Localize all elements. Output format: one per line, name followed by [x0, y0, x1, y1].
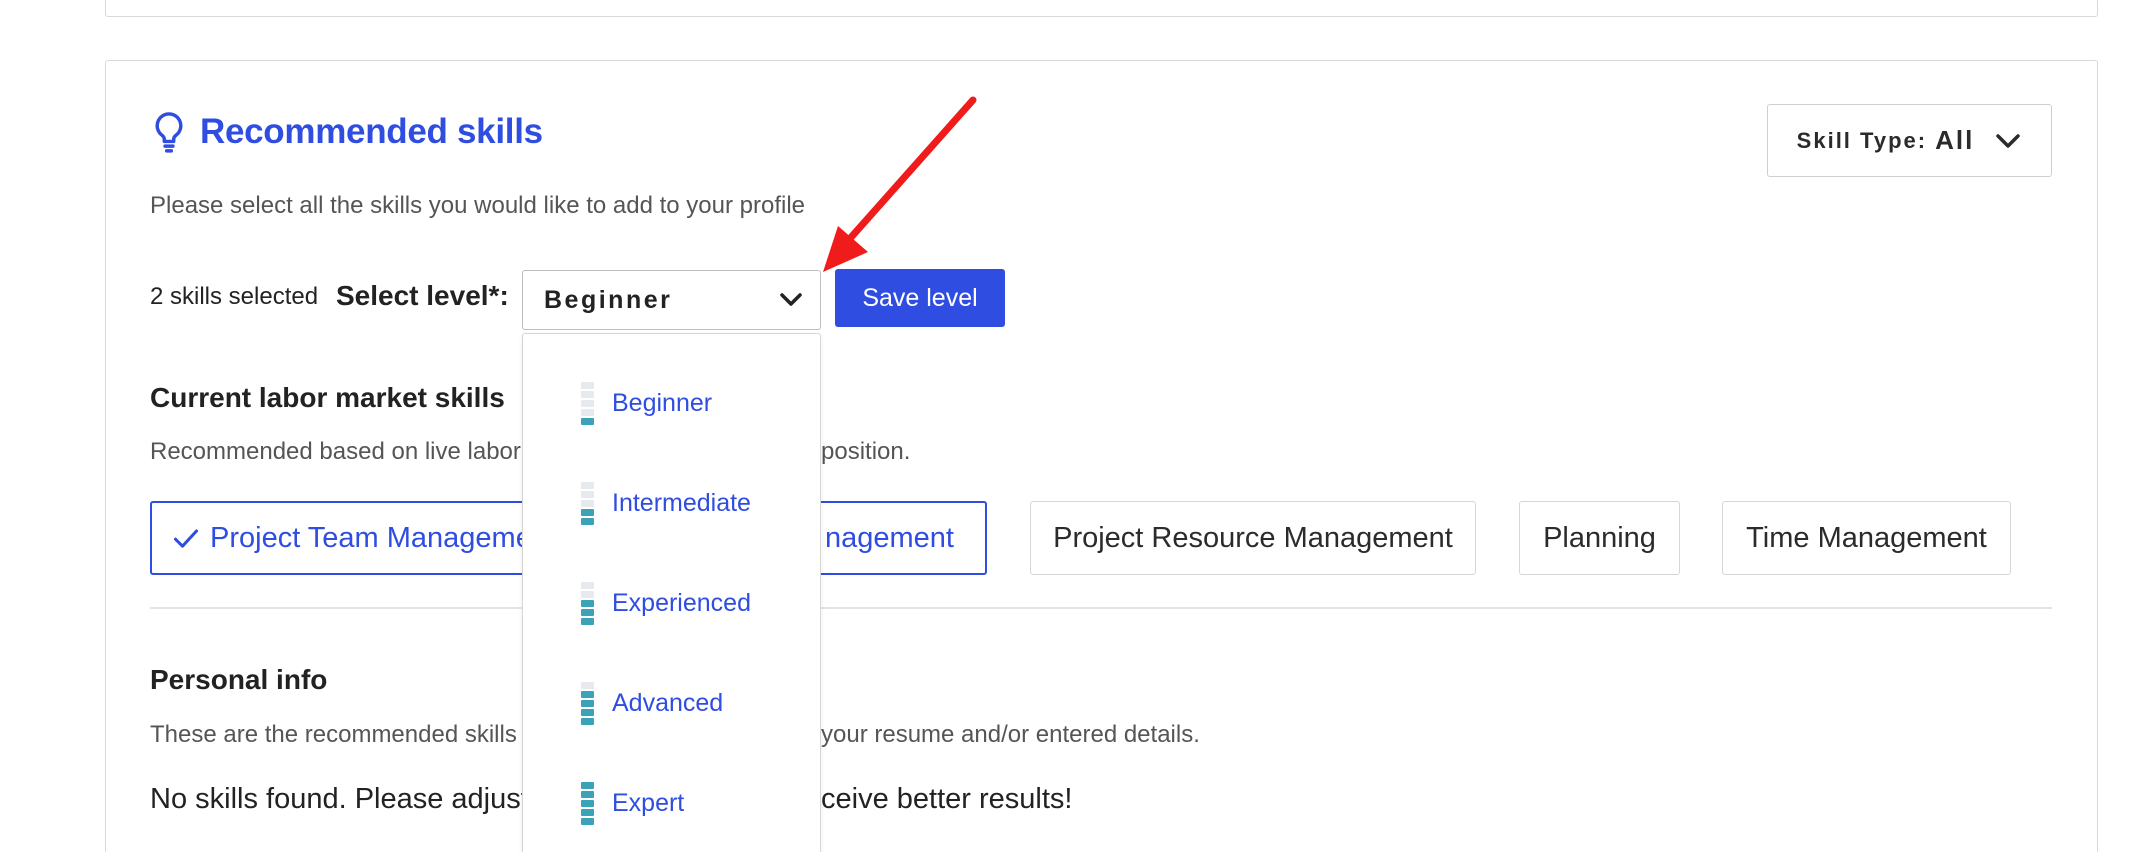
checkmark-icon — [173, 529, 199, 548]
chevron-down-icon — [1996, 133, 2021, 148]
level-option-intermediate[interactable]: Intermediate — [581, 482, 751, 525]
level-bars-icon — [581, 682, 594, 725]
lightbulb-icon — [155, 112, 183, 153]
level-bars-icon — [581, 482, 594, 525]
level-option-beginner[interactable]: Beginner — [581, 382, 712, 425]
level-dropdown-menu: Beginner Intermediate Experienced Advanc… — [522, 333, 821, 852]
level-select[interactable]: Beginner — [522, 270, 821, 330]
chevron-down-icon — [780, 293, 802, 306]
level-option-label: Advanced — [612, 689, 724, 717]
skill-type-label: Skill Type: — [1796, 127, 1928, 153]
personal-info-desc-right: your resume and/or entered details. — [821, 721, 1200, 748]
level-option-label: Expert — [612, 789, 685, 817]
no-skills-message-right: ceive better results! — [821, 783, 1073, 815]
labor-market-title: Current labor market skills — [150, 382, 505, 413]
level-bars-icon — [581, 782, 594, 825]
panel-header: Recommended skills — [150, 110, 543, 154]
level-option-advanced[interactable]: Advanced — [581, 682, 723, 725]
personal-info-title: Personal info — [150, 664, 328, 695]
labor-market-desc-left: Recommended based on live labor — [150, 438, 521, 465]
level-option-label: Intermediate — [612, 489, 751, 517]
level-option-label: Beginner — [612, 389, 713, 417]
skill-type-value: All — [1935, 125, 1975, 155]
select-level-label: Select level*: — [336, 280, 509, 311]
level-select-value: Beginner — [544, 285, 673, 314]
level-bars-icon — [581, 582, 594, 625]
previous-section-card — [105, 0, 2098, 17]
skill-chip-planning[interactable]: Planning — [1519, 501, 1680, 575]
personal-info-desc-left: These are the recommended skills — [150, 721, 517, 748]
level-option-expert[interactable]: Expert — [581, 782, 684, 825]
skill-chip-time-management[interactable]: Time Management — [1722, 501, 2011, 575]
no-skills-message-left: No skills found. Please adjust — [150, 783, 529, 815]
level-bars-icon — [581, 382, 594, 425]
skill-chip-label: Time Management — [1746, 521, 1987, 554]
panel-subtitle: Please select all the skills you would l… — [150, 192, 806, 219]
save-level-button[interactable]: Save level — [835, 269, 1005, 327]
skill-chip-label-right: nagement — [825, 521, 954, 554]
skill-chip-label: Project Resource Management — [1053, 521, 1453, 554]
level-option-experienced[interactable]: Experienced — [581, 582, 751, 625]
skill-chip-label-left: Project Team Manageme — [210, 521, 532, 554]
level-option-label: Experienced — [612, 589, 751, 617]
skill-chip-label: Planning — [1543, 521, 1656, 554]
skill-type-filter[interactable]: Skill Type: All — [1767, 104, 2052, 177]
labor-market-desc-right: position. — [821, 438, 911, 465]
panel-title: Recommended skills — [200, 112, 543, 151]
selected-count: 2 skills selected — [150, 283, 319, 310]
skill-chip-project-resource-management[interactable]: Project Resource Management — [1030, 501, 1476, 575]
section-divider — [150, 607, 2052, 609]
